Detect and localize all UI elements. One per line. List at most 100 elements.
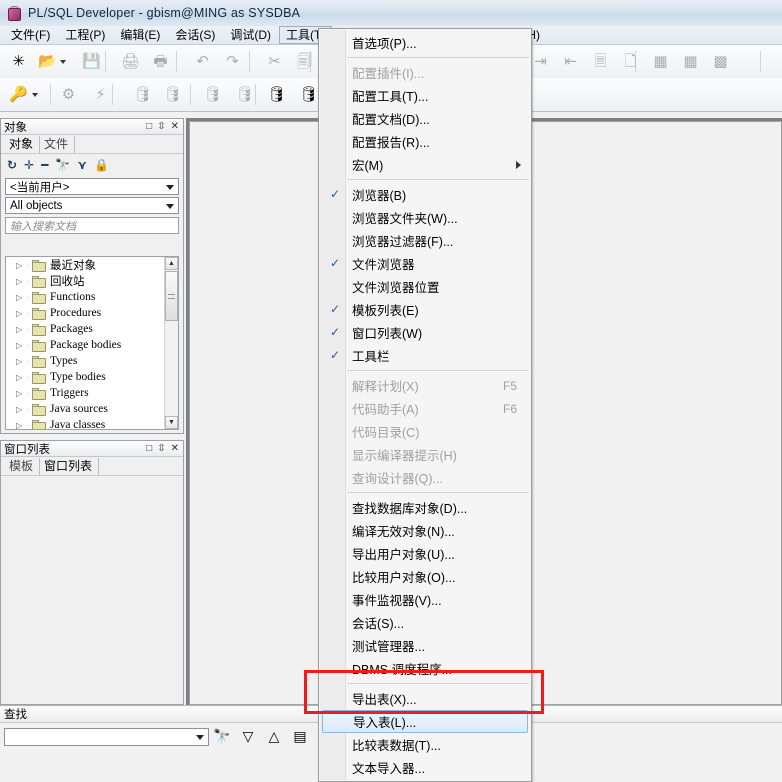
menu-item-12[interactable]: 文件浏览器位置 [319, 275, 531, 298]
test-window-icon[interactable]: 🛢 [264, 82, 289, 107]
expand-chevron-icon[interactable]: ▷ [16, 373, 26, 382]
find-binoculars-icon[interactable]: 🔭 [209, 726, 235, 748]
menu-item-30[interactable]: DBMS 调度程序... [319, 657, 531, 680]
add-icon[interactable]: ✛ [24, 159, 34, 171]
tree-item[interactable]: ▷ · Package bodies [6, 337, 178, 353]
menu-item-32[interactable]: 导出表(X)... [319, 687, 531, 710]
filter-icon[interactable]: ⋎ [77, 159, 87, 171]
object-tree-scrollbar[interactable]: ▲ ▼ [164, 257, 178, 429]
user-select-value: <当前用户> [10, 181, 70, 194]
chevron-down-icon[interactable] [166, 185, 174, 190]
find-next-icon[interactable]: ▽ [235, 726, 261, 748]
maximize-icon[interactable]: □ [146, 443, 152, 454]
expand-chevron-icon[interactable]: ▷ [16, 325, 26, 334]
scroll-up-icon[interactable]: ▲ [165, 257, 178, 270]
menu-item-13[interactable]: ✓ 模板列表(E) [319, 298, 531, 321]
menu-item-10[interactable]: 浏览器过滤器(F)... [319, 229, 531, 252]
menu-item-3[interactable]: 配置工具(T)... [319, 84, 531, 107]
user-select[interactable]: <当前用户> [5, 178, 179, 195]
expand-chevron-icon[interactable]: ▷ [16, 357, 26, 366]
tree-item[interactable]: ▷ · 最近对象 [6, 257, 178, 273]
menu-item-28[interactable]: 会话(S)... [319, 611, 531, 634]
tab-files[interactable]: 文件 [40, 136, 76, 153]
remove-icon[interactable]: ━ [41, 159, 48, 171]
refresh-icon[interactable]: ↻ [7, 159, 17, 171]
close-icon[interactable]: ✕ [171, 121, 179, 132]
menu-item-0[interactable]: 首选项(P)... [319, 31, 531, 54]
expand-chevron-icon[interactable]: ▷ [16, 389, 26, 398]
menu-item-34[interactable]: 比较表数据(T)... [319, 733, 531, 756]
tools-dropdown-menu[interactable]: 首选项(P)... 配置插件(I)... 配置工具(T)... 配置文档(D)... 配… [318, 28, 532, 782]
print-icon-glyph: 🖨 [120, 53, 141, 70]
chevron-down-icon[interactable] [196, 734, 204, 740]
menu-item-15[interactable]: ✓ 工具栏 [319, 344, 531, 367]
menubar-item-0[interactable]: 文件(F) [4, 26, 57, 44]
scroll-down-icon[interactable]: ▼ [165, 416, 178, 429]
find-input[interactable] [4, 727, 209, 746]
comment-icon: 🗏 [588, 49, 613, 74]
menu-item-11[interactable]: ✓ 文件浏览器 [319, 252, 531, 275]
close-icon[interactable]: ✕ [171, 443, 179, 454]
tree-item[interactable]: ▷ · Types [6, 353, 178, 369]
open-dropdown-caret[interactable] [60, 60, 66, 64]
tab-window-list[interactable]: 窗口列表 [40, 458, 100, 475]
expand-chevron-icon[interactable]: ▷ [16, 421, 26, 430]
chevron-down-icon[interactable] [166, 204, 174, 209]
expand-chevron-icon[interactable]: ▷ [16, 293, 26, 302]
menu-item-5[interactable]: 配置报告(R)... [319, 130, 531, 153]
menu-item-26[interactable]: 比较用户对象(O)... [319, 565, 531, 588]
object-tree[interactable]: ▷ · 最近对象 ▷ · 回收站 ▷ · Functions ▷ · Procedures ▷ · Pack… [5, 256, 179, 430]
menu-item-29[interactable]: 测试管理器... [319, 634, 531, 657]
object-type-select[interactable]: All objects [5, 197, 179, 214]
grid2-icon: ▦ [678, 49, 703, 74]
expand-chevron-icon[interactable]: ▷ [16, 341, 26, 350]
find-all-icon[interactable]: ▤ [287, 726, 313, 748]
menu-item-27[interactable]: 事件监视器(V)... [319, 588, 531, 611]
tree-item[interactable]: ▷ · Procedures [6, 305, 178, 321]
tree-item[interactable]: ▷ · Functions [6, 289, 178, 305]
tree-item[interactable]: ▷ · Triggers [6, 385, 178, 401]
logon-dropdown-caret[interactable] [32, 93, 38, 97]
menu-item-label: 宏(M) [352, 159, 384, 173]
tree-item[interactable]: ▷ · Packages [6, 321, 178, 337]
cut-icon-glyph: ✂ [268, 53, 281, 70]
scroll-thumb[interactable] [165, 271, 178, 321]
menu-item-6[interactable]: 宏(M) [319, 153, 531, 176]
object-search-input[interactable]: 输入搜索文档 [5, 217, 179, 234]
menu-item-4[interactable]: 配置文档(D)... [319, 107, 531, 130]
new-icon[interactable]: ✳ [6, 49, 31, 74]
pin-icon[interactable]: ⇳ [157, 121, 165, 132]
find-previous-icon[interactable]: △ [261, 726, 287, 748]
expand-chevron-icon[interactable]: ▷ [16, 405, 26, 414]
lock-icon[interactable]: 🔒 [94, 159, 109, 171]
menu-item-35[interactable]: 文本导入器... [319, 756, 531, 779]
copy-icon-glyph: 🗐 [297, 53, 312, 70]
tree-item[interactable]: ▷ · Type bodies [6, 369, 178, 385]
menu-item-14[interactable]: ✓ 窗口列表(W) [319, 321, 531, 344]
open-icon[interactable]: 📂 [35, 49, 60, 74]
menubar-item-1[interactable]: 工程(P) [58, 26, 112, 44]
folder-icon [32, 275, 46, 288]
tree-item[interactable]: ▷ · Java sources [6, 401, 178, 417]
menu-item-24[interactable]: 编译无效对象(N)... [319, 519, 531, 542]
logon-key-icon[interactable]: 🔑 [6, 82, 31, 107]
maximize-icon[interactable]: □ [146, 121, 152, 132]
menubar-item-4[interactable]: 调试(D) [223, 26, 278, 44]
tree-item[interactable]: ▷ · Java classes [6, 417, 178, 430]
expand-chevron-icon[interactable]: ▷ [16, 261, 26, 270]
pin-icon[interactable]: ⇳ [157, 443, 165, 454]
menubar-item-2[interactable]: 编辑(E) [113, 26, 167, 44]
expand-chevron-icon[interactable]: ▷ [16, 277, 26, 286]
menubar-item-3[interactable]: 会话(S) [168, 26, 222, 44]
menu-item-25[interactable]: 导出用户对象(U)... [319, 542, 531, 565]
tab-objects[interactable]: 对象 [5, 136, 41, 153]
tree-item[interactable]: ▷ · 回收站 [6, 273, 178, 289]
tab-templates[interactable]: 模板 [5, 458, 41, 475]
find-icon[interactable]: 🔭 [55, 159, 70, 171]
menu-item-33[interactable]: 导入表(L)... [322, 710, 528, 733]
menu-item-9[interactable]: 浏览器文件夹(W)... [319, 206, 531, 229]
menu-item-label: 比较表数据(T)... [352, 739, 441, 753]
menu-item-8[interactable]: ✓ 浏览器(B) [319, 183, 531, 206]
expand-chevron-icon[interactable]: ▷ [16, 309, 26, 318]
menu-item-23[interactable]: 查找数据库对象(D)... [319, 496, 531, 519]
